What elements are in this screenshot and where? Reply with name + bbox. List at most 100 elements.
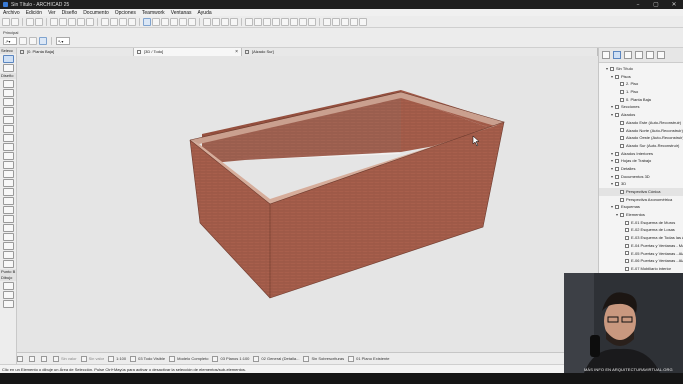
status-value-1[interactable]: Sin valor <box>53 355 77 362</box>
navigator-item[interactable]: Perspectiva Cónica <box>599 188 683 196</box>
override-selector[interactable]: Sin Sobrescrituras <box>303 355 344 362</box>
navigator-item[interactable]: Perspectiva Axonométrica <box>599 196 683 204</box>
navigator-item[interactable]: 1. Piso <box>599 88 683 96</box>
teamwork-icon[interactable] <box>245 17 253 26</box>
paste-icon[interactable] <box>68 17 76 26</box>
morph-tool-icon[interactable] <box>3 215 14 223</box>
rotate-icon[interactable] <box>179 17 187 26</box>
window-tool-icon[interactable] <box>3 143 14 151</box>
polygon-selection-icon[interactable] <box>39 37 47 45</box>
label-tool-icon[interactable] <box>3 291 14 299</box>
railing-tool-icon[interactable] <box>3 161 14 169</box>
menu-archivo[interactable]: Archivo <box>3 10 20 16</box>
opening-tool-icon[interactable] <box>3 233 14 241</box>
3d-window-icon[interactable] <box>323 17 331 26</box>
3d-viewport[interactable] <box>17 56 598 352</box>
view-map-icon[interactable] <box>624 51 632 59</box>
corner-window-tool-icon[interactable] <box>3 242 14 250</box>
project-map-icon[interactable] <box>613 51 621 59</box>
marquee-icon[interactable] <box>152 17 160 26</box>
navigator-item[interactable]: 2. Piso <box>599 80 683 88</box>
eyedropper-icon[interactable] <box>86 17 94 26</box>
menu-opciones[interactable]: Opciones <box>115 10 136 16</box>
arrow-mode-dropdown[interactable]: ↗▾ <box>3 37 17 45</box>
selection-arrow-icon[interactable] <box>143 17 151 26</box>
organizer-icon[interactable] <box>657 51 665 59</box>
menu-teamwork[interactable]: Teamwork <box>142 10 165 16</box>
zoom-in-icon[interactable] <box>29 355 37 362</box>
column-tool-icon[interactable] <box>3 89 14 97</box>
guide-icon[interactable] <box>119 17 127 26</box>
maximize-button[interactable]: ▢ <box>647 0 665 9</box>
mirror-icon[interactable] <box>188 17 196 26</box>
menu-documento[interactable]: Documento <box>83 10 109 16</box>
navigator-item[interactable]: ▾ Documentos 3D <box>599 173 683 181</box>
line-tool-icon[interactable] <box>3 300 14 308</box>
skylight-tool-icon[interactable] <box>3 206 14 214</box>
navigator-item[interactable]: ▾ Sin Título <box>599 65 683 73</box>
dimension-style-selector[interactable]: 02 General (Detalla... <box>253 355 299 362</box>
object-tool-icon[interactable] <box>3 179 14 187</box>
navigator-item[interactable]: E-01 Esquema de Muros <box>599 219 683 227</box>
zoom-icon[interactable] <box>221 17 229 26</box>
status-value-2[interactable]: Sin valor <box>80 355 104 362</box>
arrow-tool-icon[interactable] <box>3 55 14 63</box>
roof-tool-icon[interactable] <box>3 116 14 124</box>
magic-wand-icon[interactable] <box>161 17 169 26</box>
tab-3d[interactable]: [3D / Todo] × <box>134 48 242 56</box>
navigator-item[interactable]: ▾ Elementos <box>599 211 683 219</box>
navigator-item[interactable]: ▾ Esquemas <box>599 203 683 211</box>
navigator-settings-icon[interactable] <box>602 51 610 59</box>
close-window-button[interactable]: ✕ <box>665 0 683 9</box>
menu-ver[interactable]: Ver <box>48 10 56 16</box>
detail-icon[interactable] <box>290 17 298 26</box>
menu-ventanas[interactable]: Ventanas <box>171 10 192 16</box>
navigator-item[interactable]: E-02 Esquema de Losas <box>599 226 683 234</box>
zone-tool-icon[interactable] <box>3 188 14 196</box>
menu-ayuda[interactable]: Ayuda <box>198 10 212 16</box>
stair-tool-icon[interactable] <box>3 152 14 160</box>
undo-view-icon[interactable] <box>17 355 25 362</box>
navigator-item[interactable]: ▾ Pisos <box>599 73 683 81</box>
copy-icon[interactable] <box>59 17 67 26</box>
layout-icon[interactable] <box>341 17 349 26</box>
wall-end-tool-icon[interactable] <box>3 251 14 259</box>
publish-icon[interactable] <box>254 17 262 26</box>
navigator-item[interactable]: 0. Planta Baja <box>599 96 683 104</box>
navigator-item[interactable]: Alzado Este (Auto-Reconstruir) <box>599 119 683 127</box>
navigator-item[interactable]: ▾ Alzados <box>599 111 683 119</box>
orbit-icon[interactable] <box>203 17 211 26</box>
navigator-item[interactable]: ▾ Detalles <box>599 165 683 173</box>
new-file-icon[interactable] <box>2 17 10 26</box>
navigator-item[interactable]: ▾ Hojas de Trabajo <box>599 157 683 165</box>
tab-south-elevation[interactable]: [Alzado Sur] <box>242 48 598 56</box>
pencil-icon[interactable] <box>77 17 85 26</box>
text-tool-icon[interactable] <box>3 282 14 290</box>
layer-combination-selector[interactable]: 03 Todo Visible <box>130 355 165 362</box>
scale-selector[interactable]: 1:100 <box>108 355 126 362</box>
snap-icon[interactable] <box>110 17 118 26</box>
model-view-selector[interactable]: Modelo Completo <box>169 355 208 362</box>
curtain-wall-tool-icon[interactable] <box>3 170 14 178</box>
elevation-icon[interactable] <box>281 17 289 26</box>
navigator-item[interactable]: E-06 Puertas y Ventanas - Alzados <box>599 257 683 265</box>
minimize-button[interactable]: – <box>629 0 647 9</box>
cut-icon[interactable] <box>50 17 58 26</box>
wall-tool-icon[interactable] <box>3 80 14 88</box>
render-icon[interactable] <box>263 17 271 26</box>
pen-set-selector[interactable]: 03 Planos 1:100 <box>212 355 249 362</box>
mesh-tool-icon[interactable] <box>3 197 14 205</box>
transform-icon[interactable] <box>170 17 178 26</box>
navigator-item[interactable]: Alzado Oeste (Auto-Reconstruir) <box>599 134 683 142</box>
grid-icon[interactable] <box>128 17 136 26</box>
worksheet-icon[interactable] <box>299 17 307 26</box>
publisher-sets-icon[interactable] <box>646 51 654 59</box>
fit-window-icon[interactable] <box>230 17 238 26</box>
layer-icon[interactable] <box>101 17 109 26</box>
section-icon[interactable] <box>272 17 280 26</box>
navigator-item[interactable]: ▾ Alzados Interiores <box>599 150 683 158</box>
dimension-tool-icon[interactable] <box>3 260 14 268</box>
renovation-filter-selector[interactable]: 01 Plano Existente <box>348 355 389 362</box>
rotated-rectangle-icon[interactable] <box>29 37 37 45</box>
slab-tool-icon[interactable] <box>3 107 14 115</box>
